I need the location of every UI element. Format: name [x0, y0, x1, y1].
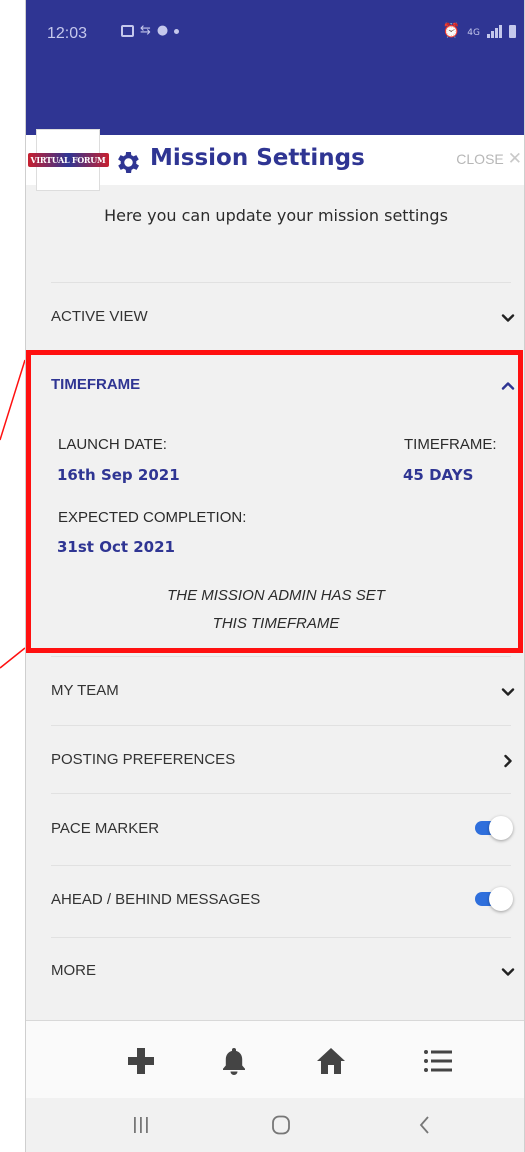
- admin-note-line-1: THE MISSION ADMIN HAS SET: [167, 587, 385, 604]
- system-navigation-bar: [26, 1098, 524, 1152]
- alarm-icon: ⏰: [442, 23, 461, 39]
- section-label: MORE: [51, 962, 96, 979]
- chevron-down-icon: [501, 314, 515, 322]
- divider: [51, 937, 511, 938]
- page-title: Mission Settings: [150, 145, 365, 171]
- wifi-sync-icon: ⇆: [140, 23, 151, 38]
- recent-apps-icon[interactable]: [130, 1114, 152, 1136]
- status-time: 12:03: [47, 25, 88, 42]
- launch-date-label: LAUNCH DATE:: [58, 436, 167, 453]
- add-icon[interactable]: [125, 1045, 157, 1077]
- phone-screen: 12:03 ⇆ ● ⏰ 4G VIRTUAL FORUM Mission Set…: [25, 0, 525, 1152]
- timeframe-label: TIMEFRAME:: [404, 436, 497, 453]
- app-logo: VIRTUAL FORUM: [27, 129, 109, 191]
- bottom-navigation: [26, 1020, 524, 1098]
- system-status-icons: ⏰ 4G: [443, 24, 516, 38]
- launch-date-value: 16th Sep 2021: [57, 466, 180, 484]
- setting-label: AHEAD / BEHIND MESSAGES: [51, 891, 261, 908]
- chevron-down-icon: [501, 688, 515, 696]
- expected-completion-value: 31st Oct 2021: [57, 538, 175, 556]
- network-type: 4G: [467, 28, 480, 38]
- battery-icon: [509, 25, 516, 38]
- chat-icon: ●: [156, 23, 169, 38]
- signal-icon: [487, 25, 502, 38]
- divider: [51, 282, 511, 283]
- logo-text: VIRTUAL FORUM: [27, 153, 109, 167]
- close-label: CLOSE: [456, 151, 504, 167]
- gallery-icon: [121, 25, 134, 37]
- timeframe-value: 45 DAYS: [403, 466, 474, 484]
- close-icon: ✕: [507, 149, 522, 168]
- section-label: MY TEAM: [51, 682, 119, 699]
- back-icon[interactable]: [414, 1114, 436, 1136]
- admin-note: THE MISSION ADMIN HAS SET THIS TIMEFRAME: [86, 582, 466, 638]
- admin-note-line-2: THIS TIMEFRAME: [212, 615, 340, 632]
- divider: [51, 656, 511, 657]
- settings-header: VIRTUAL FORUM Mission Settings CLOSE ✕: [26, 129, 524, 191]
- ahead-behind-toggle[interactable]: [475, 887, 513, 911]
- divider: [51, 865, 511, 866]
- dot-icon: [174, 28, 180, 34]
- bell-icon[interactable]: [218, 1045, 250, 1077]
- section-label: ACTIVE VIEW: [51, 308, 148, 325]
- setting-label: PACE MARKER: [51, 820, 160, 837]
- notification-icons: ⇆ ●: [121, 23, 180, 38]
- list-icon[interactable]: [422, 1045, 454, 1077]
- intro-text: Here you can update your mission setting…: [104, 206, 448, 225]
- divider: [51, 793, 511, 794]
- section-label: POSTING PREFERENCES: [51, 751, 236, 768]
- home-icon[interactable]: [315, 1045, 347, 1077]
- close-button[interactable]: CLOSE ✕: [456, 149, 522, 168]
- section-label: TIMEFRAME: [51, 376, 141, 393]
- chevron-down-icon: [501, 968, 515, 976]
- home-circle-icon[interactable]: [270, 1114, 292, 1136]
- expected-completion-label: EXPECTED COMPLETION:: [58, 509, 247, 526]
- chevron-up-icon: [501, 382, 515, 390]
- status-bar: 12:03 ⇆ ● ⏰ 4G: [26, 0, 524, 135]
- divider: [51, 725, 511, 726]
- gear-icon: [118, 151, 140, 174]
- chevron-right-icon: [504, 754, 512, 768]
- pace-marker-toggle[interactable]: [475, 816, 513, 840]
